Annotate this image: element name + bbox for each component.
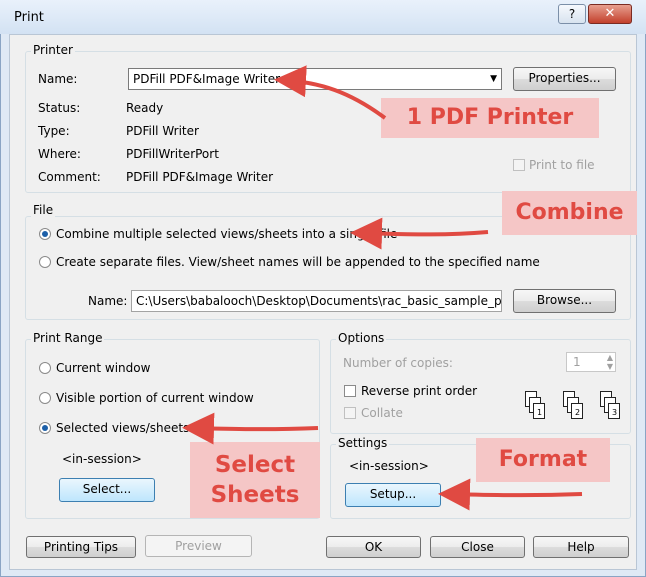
annotation-arrows	[182, 65, 583, 511]
arrow-to-selected	[182, 412, 319, 445]
arrow-to-setup	[438, 478, 583, 511]
arrow-to-printer	[274, 65, 387, 120]
arrow-to-combine	[350, 217, 489, 250]
